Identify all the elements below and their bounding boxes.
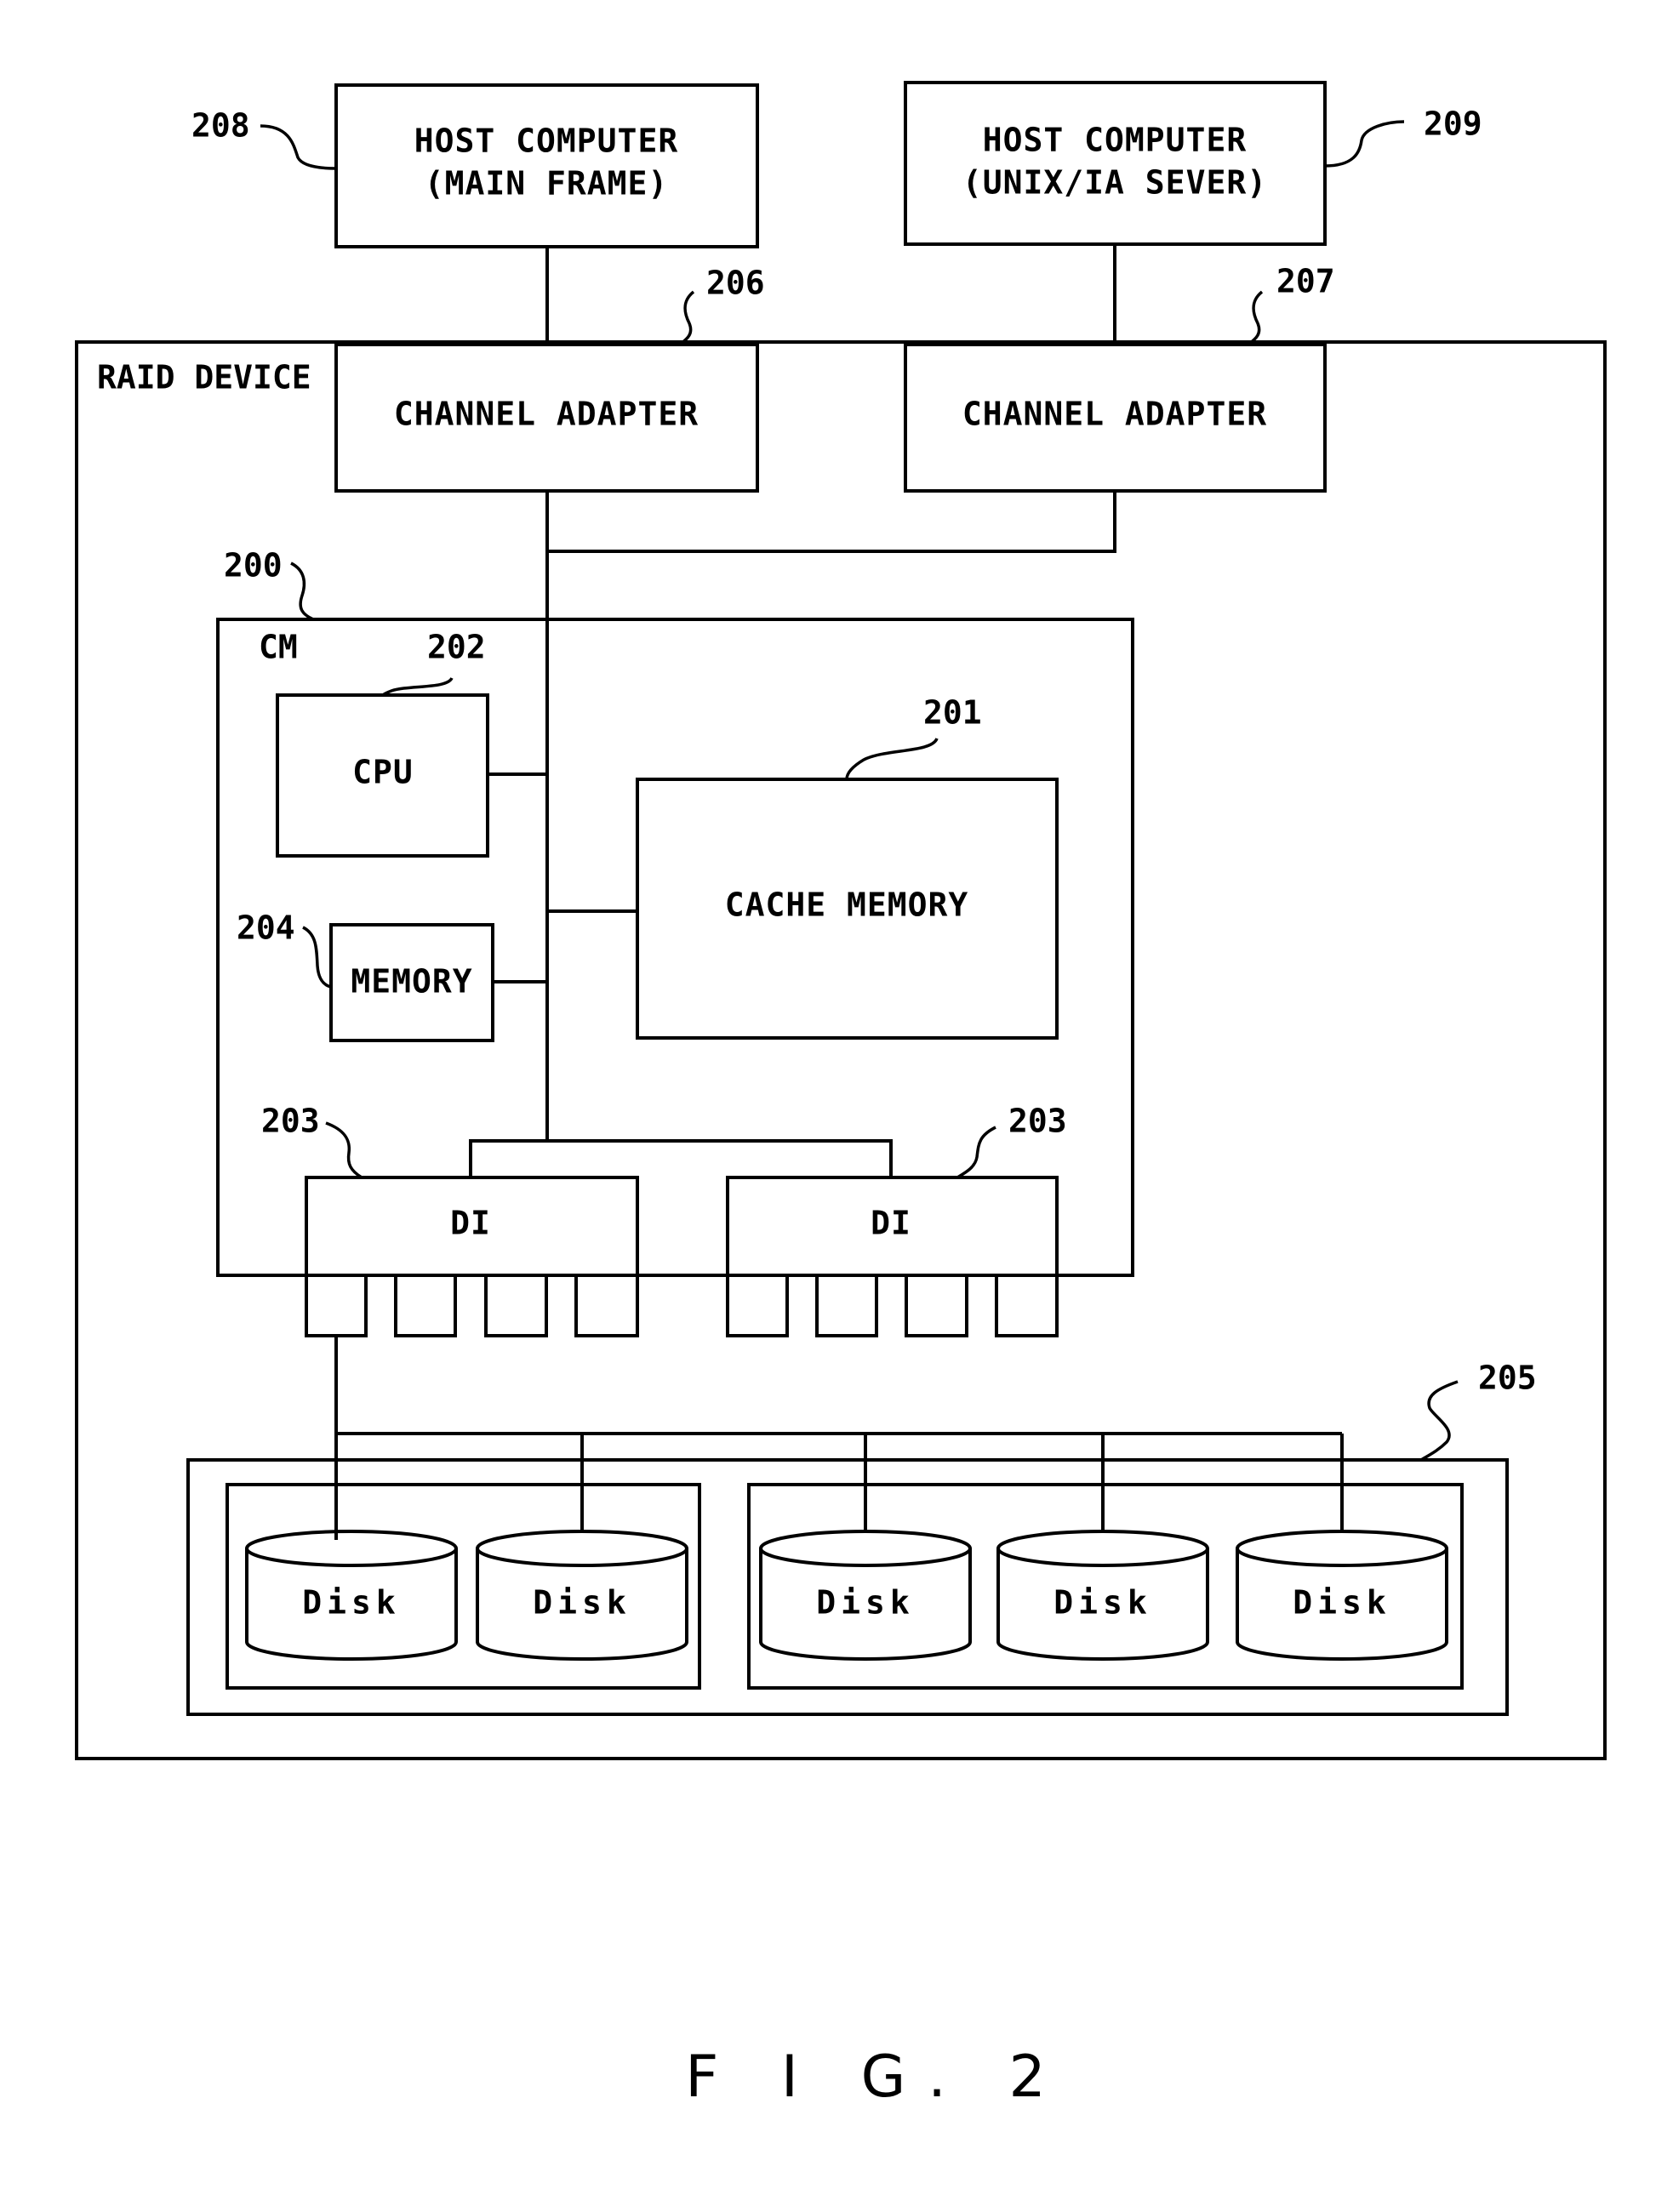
host-computer-unix: HOST COMPUTER (UNIX/IA SEVER) 209 (904, 81, 1482, 246)
di-2-port-2 (815, 1274, 878, 1337)
ref-203-left: 203 (261, 1103, 320, 1140)
disk-list: Disk Disk Disk Disk Disk (245, 1530, 1448, 1661)
ref-206: 206 (706, 265, 765, 302)
host-unix-line2: (UNIX/IA SEVER) (962, 164, 1267, 202)
leader-207 (1248, 290, 1264, 345)
di-2-port-3 (905, 1274, 968, 1337)
disk-top (476, 1530, 688, 1567)
leader-203-right (956, 1126, 996, 1179)
raid-device-label: RAID DEVICE (97, 359, 311, 396)
di-2-port-4 (995, 1274, 1059, 1337)
disk-label: Disk (302, 1584, 401, 1622)
host-mainframe-line1: HOST COMPUTER (414, 123, 678, 160)
memory-label: MEMORY (351, 963, 472, 1001)
cpu: CPU 202 (276, 629, 547, 858)
cache-memory-label: CACHE MEMORY (725, 887, 969, 924)
disk-label: Disk (1293, 1584, 1391, 1622)
di-2-port-1 (726, 1274, 789, 1337)
bus-link-di (469, 1139, 893, 1177)
leader-204 (302, 926, 332, 989)
raid-device: RAID DEVICE (75, 340, 1607, 1760)
leader-206 (679, 290, 695, 345)
leader-201 (845, 738, 939, 780)
leader-205 (1420, 1380, 1459, 1462)
cpu-label: CPU (352, 754, 414, 791)
ref-202: 202 (427, 629, 486, 666)
channel-adapter-1-label: CHANNEL ADAPTER (394, 396, 699, 433)
disk-top (996, 1530, 1209, 1567)
leader-208 (260, 124, 337, 170)
disk-1: Disk (245, 1530, 458, 1661)
disk-3: Disk (759, 1530, 972, 1661)
disk-4: Disk (996, 1530, 1209, 1661)
disk-label: Disk (816, 1584, 915, 1622)
ref-207: 207 (1276, 263, 1335, 300)
di-2-label: DI (871, 1205, 911, 1242)
channel-adapter-2-label: CHANNEL ADAPTER (962, 396, 1267, 433)
cache-memory: CACHE MEMORY 201 (547, 694, 1059, 1040)
ref-203-right: 203 (1008, 1103, 1067, 1140)
cm-label: CM (259, 629, 298, 666)
host-mainframe-line2: (MAIN FRAME) (425, 165, 669, 202)
figure-caption: F I G. 2 (685, 2044, 1068, 2111)
cm-controller-module: CM 200 (216, 547, 1134, 1277)
disk-2: Disk (476, 1530, 688, 1661)
raid-device-box (75, 340, 1607, 1760)
ref-209: 209 (1424, 105, 1482, 143)
host-computer-mainframe: HOST COMPUTER (MAIN FRAME) 208 (191, 83, 759, 248)
ref-208: 208 (191, 107, 250, 145)
ref-200: 200 (224, 547, 283, 584)
di-2: DI 203 (726, 1103, 1067, 1337)
leader-200 (290, 562, 314, 621)
host-unix-line1: HOST COMPUTER (983, 122, 1247, 159)
di-1-port-1 (305, 1274, 368, 1337)
leader-203-left (325, 1121, 363, 1179)
di-1-label: DI (450, 1205, 491, 1242)
raid-block-diagram: HOST COMPUTER (MAIN FRAME) 208 HOST COMP… (75, 81, 1607, 2111)
disk-label: Disk (533, 1584, 631, 1622)
leader-209 (1324, 120, 1405, 168)
memory: MEMORY 204 (237, 909, 547, 1042)
leader-202 (381, 676, 454, 697)
di-1-port-2 (394, 1274, 457, 1337)
disk-top (1236, 1530, 1448, 1567)
channel-adapter-206: CHANNEL ADAPTER 206 (334, 265, 765, 493)
channel-adapter-207: CHANNEL ADAPTER 207 (904, 263, 1335, 493)
di-1: DI 203 (261, 1103, 639, 1337)
disk-5: Disk (1236, 1530, 1448, 1661)
disk-top (245, 1530, 458, 1567)
di-1-port-3 (484, 1274, 548, 1337)
disk-enclosure: 205 (186, 1360, 1537, 1716)
bus-link-ca2 (547, 491, 1116, 553)
di-1-port-4 (574, 1274, 639, 1337)
disk-label: Disk (1053, 1584, 1152, 1622)
ref-204: 204 (237, 909, 295, 947)
ref-205: 205 (1478, 1360, 1537, 1397)
ref-201: 201 (923, 694, 982, 732)
disk-top (759, 1530, 972, 1567)
